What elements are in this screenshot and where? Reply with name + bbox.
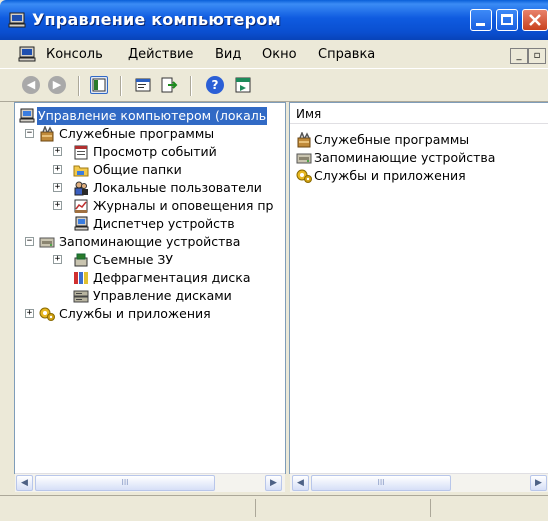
list-item-label: Службы и приложения — [314, 168, 466, 183]
tree-horizontal-scrollbar[interactable]: ◀ III ▶ — [15, 473, 285, 492]
back-arrow-icon[interactable]: ◀ — [22, 76, 40, 94]
child-minimize-button[interactable]: _ — [510, 48, 528, 64]
maximize-button[interactable] — [496, 9, 518, 31]
disk-management-icon — [73, 290, 89, 303]
tree-label: Локальные пользователи — [93, 180, 262, 195]
toolbar-separator — [78, 76, 80, 96]
users-icon — [74, 181, 88, 196]
toolbar-separator — [120, 76, 122, 96]
column-header-label: Имя — [296, 107, 322, 121]
help-icon[interactable]: ? — [206, 76, 224, 94]
console-menu-icon[interactable] — [18, 46, 36, 62]
tree-root-label: Управление компьютером (локаль — [37, 107, 268, 125]
list-horizontal-scrollbar[interactable]: ◀ III ▶ — [290, 473, 548, 492]
menu-action[interactable]: Действие — [128, 47, 193, 62]
tree-label: Службы и приложения — [59, 306, 211, 321]
expand-icon[interactable]: + — [53, 201, 62, 210]
toolbar: ◀ ▶ ? — [0, 68, 548, 102]
tree-label: Просмотр событий — [93, 144, 217, 159]
tree-label: Диспетчер устройств — [93, 216, 235, 231]
mmc-window: Управление компьютером Консоль Действие … — [0, 0, 548, 521]
scroll-right-icon[interactable]: ▶ — [530, 475, 547, 491]
menu-view[interactable]: Вид — [215, 47, 241, 62]
console-tree-icon — [92, 78, 106, 92]
expand-icon[interactable]: + — [53, 147, 62, 156]
tree-label: Запоминающие устройства — [59, 234, 241, 249]
scroll-left-icon[interactable]: ◀ — [16, 475, 33, 491]
tree-label: Съемные ЗУ — [93, 252, 174, 267]
window-title: Управление компьютером — [32, 10, 281, 29]
menu-window[interactable]: Окно — [262, 47, 297, 62]
toolbar-separator — [190, 76, 192, 96]
collapse-icon[interactable]: − — [25, 237, 34, 246]
status-divider — [430, 499, 431, 517]
services-icon — [39, 307, 55, 321]
menu-bar: Консоль Действие Вид Окно Справка _ ▫ — [0, 40, 548, 68]
computer-management-icon — [8, 12, 26, 28]
computer-management-icon — [19, 108, 35, 123]
show-tree-button[interactable] — [90, 76, 108, 94]
scrollbar-thumb[interactable]: III — [35, 475, 215, 491]
close-button[interactable] — [522, 9, 548, 31]
status-bar — [0, 495, 548, 521]
tree-label: Общие папки — [93, 162, 182, 177]
scrollbar-grip: III — [121, 478, 129, 487]
tree-label: Служебные программы — [59, 126, 215, 141]
tools-icon — [40, 126, 54, 142]
tree-label: Журналы и оповещения пр — [93, 198, 274, 213]
list-item-label: Служебные программы — [314, 132, 470, 147]
expand-icon[interactable]: + — [53, 183, 62, 192]
close-icon — [529, 14, 541, 26]
tree-label: Дефрагментация диска — [93, 270, 251, 285]
defrag-icon — [74, 272, 88, 284]
scrollbar-grip: III — [377, 478, 385, 487]
minimize-button[interactable] — [470, 9, 492, 31]
collapse-icon[interactable]: − — [25, 129, 34, 138]
scroll-left-icon[interactable]: ◀ — [292, 475, 309, 491]
menu-help[interactable]: Справка — [318, 47, 375, 62]
performance-logs-icon — [74, 199, 88, 213]
export-list-icon[interactable] — [160, 76, 178, 94]
help-topics-icon[interactable] — [234, 76, 252, 94]
expand-icon[interactable]: + — [53, 165, 62, 174]
storage-icon — [296, 153, 312, 164]
title-bar[interactable]: Управление компьютером — [0, 0, 548, 40]
event-viewer-icon — [74, 145, 88, 160]
tree-label: Управление дисками — [93, 288, 232, 303]
expand-icon[interactable]: + — [53, 255, 62, 264]
scroll-right-icon[interactable]: ▶ — [265, 475, 282, 491]
column-header-name[interactable]: Имя — [290, 103, 548, 124]
scrollbar-thumb[interactable]: III — [311, 475, 451, 491]
removable-storage-icon — [74, 253, 88, 267]
list-item-label: Запоминающие устройства — [314, 150, 496, 165]
console-tree-pane[interactable]: Управление компьютером (локаль − Служебн… — [14, 102, 286, 492]
details-pane[interactable]: Имя Служебные программы Запоминающие уст… — [289, 102, 548, 492]
storage-icon — [39, 237, 55, 248]
device-manager-icon — [74, 216, 89, 231]
properties-icon[interactable] — [134, 76, 152, 94]
menu-console[interactable]: Консоль — [46, 47, 103, 62]
tools-icon — [297, 132, 311, 148]
child-restore-button[interactable]: ▫ — [528, 48, 546, 64]
shared-folder-icon — [73, 165, 89, 177]
forward-arrow-icon[interactable]: ▶ — [48, 76, 66, 94]
status-divider — [255, 499, 256, 517]
expand-icon[interactable]: + — [25, 309, 34, 318]
services-icon — [296, 169, 312, 183]
